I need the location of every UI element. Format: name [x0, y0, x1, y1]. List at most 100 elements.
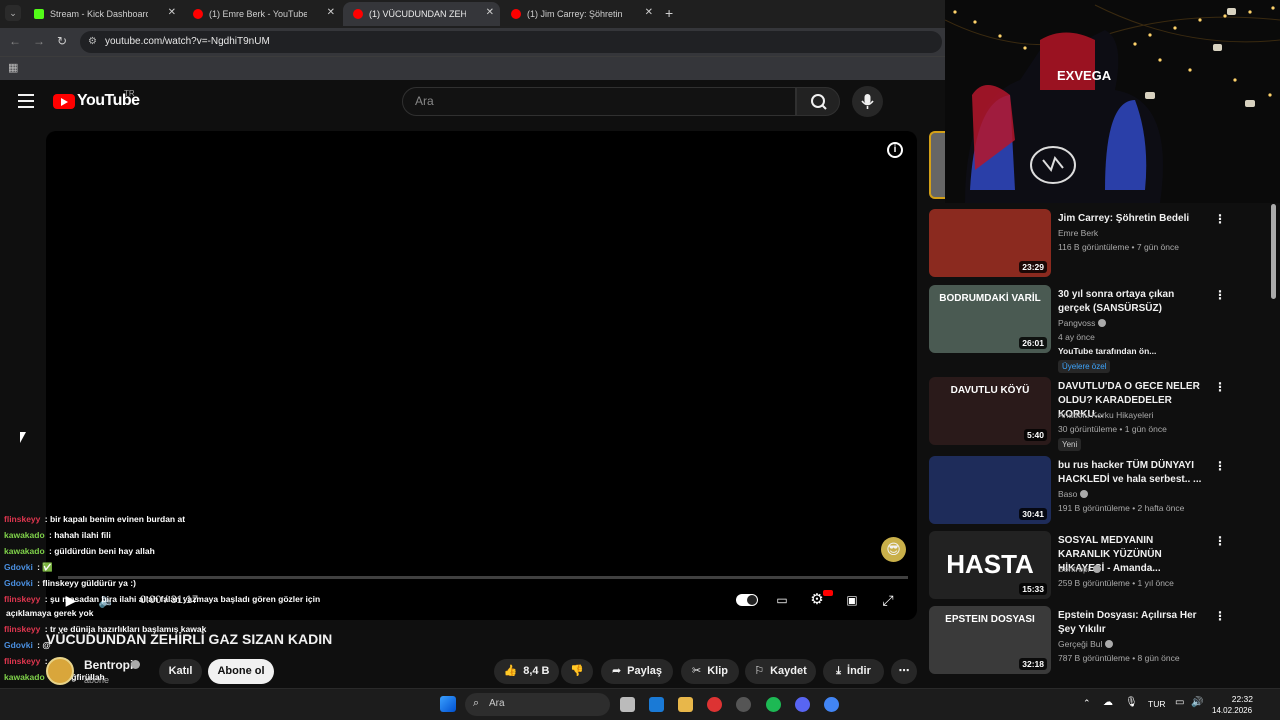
input-language[interactable]: TUR	[1148, 699, 1165, 709]
video-thumbnail[interactable]: 30:41	[929, 456, 1051, 524]
save-button[interactable]: ⚐ Kaydet	[745, 659, 816, 684]
more-actions-button[interactable]: ⋯	[891, 659, 917, 684]
chat-username: Gdovki	[4, 640, 33, 650]
join-button[interactable]: Katıl	[159, 659, 202, 684]
thumbnail-text: HASTA	[946, 549, 1034, 579]
recommendation-channel[interactable]: Gerçeği Bul	[1058, 639, 1114, 649]
more-options-icon[interactable]: ⋮	[1214, 288, 1226, 302]
network-icon[interactable]: ▭	[1175, 697, 1184, 708]
video-player[interactable]	[46, 131, 917, 620]
address-bar[interactable]: ⚙ youtube.com/watch?v=-NgdhiT9nUM	[80, 31, 942, 53]
discord-icon[interactable]	[795, 697, 810, 712]
more-dots-icon: ⋯	[898, 665, 910, 677]
file-explorer-icon[interactable]	[678, 697, 693, 712]
share-button[interactable]: ➦ Paylaş	[601, 659, 673, 684]
tab-title: (1) Emre Berk - YouTube	[209, 9, 307, 19]
search-icon: ⌕	[473, 697, 480, 709]
recommendation-channel[interactable]: Pangvoss	[1058, 318, 1107, 328]
chat-separator: :	[42, 594, 50, 604]
steam-icon[interactable]	[736, 697, 751, 712]
windows-start-icon[interactable]	[440, 696, 456, 712]
more-options-icon[interactable]: ⋮	[1214, 459, 1226, 473]
progress-bar[interactable]	[58, 576, 908, 579]
more-options-icon[interactable]: ⋮	[1214, 212, 1226, 226]
store-icon[interactable]	[649, 697, 664, 712]
channel-watermark-icon[interactable]: 😎	[881, 537, 906, 562]
speaker-icon[interactable]: 🔊	[1191, 697, 1203, 708]
tab-kick-dashboard[interactable]: Stream - Kick Dashboard ✕	[24, 2, 182, 26]
close-tab-icon[interactable]: ✕	[486, 7, 494, 18]
verified-check-icon	[1098, 319, 1107, 327]
chrome-icon[interactable]	[707, 697, 722, 712]
miniplayer-icon[interactable]: ▣	[843, 591, 861, 609]
youtube-logo-icon[interactable]	[53, 94, 75, 109]
recommendation-title[interactable]: 30 yıl sonra ortaya çıkan gerçek (SANSÜR…	[1058, 288, 1208, 316]
recommendation-title[interactable]: Jim Carrey: Şöhretin Bedeli	[1058, 212, 1208, 226]
close-tab-icon[interactable]: ✕	[168, 7, 176, 18]
recommendation-title[interactable]: bu rus hacker TÜM DÜNYAYI HACKLEDİ ve ha…	[1058, 459, 1208, 487]
video-thumbnail[interactable]: EPSTEIN DOSYASI 32:18	[929, 606, 1051, 674]
forward-arrow-icon[interactable]: →	[33, 34, 45, 48]
recommendation-meta: 787 B görüntüleme • 8 gün önce	[1058, 653, 1180, 663]
video-thumbnail[interactable]: DAVUTLU KÖYÜ 5:40	[929, 377, 1051, 445]
close-tab-icon[interactable]: ✕	[327, 7, 335, 18]
spotify-icon[interactable]	[766, 697, 781, 712]
tab-search-button[interactable]: ⌄	[5, 5, 21, 21]
site-info-icon[interactable]: ⚙	[88, 36, 97, 47]
voice-search-button[interactable]	[852, 86, 883, 117]
apps-grid-icon[interactable]: ▦	[8, 61, 18, 74]
recommendation-channel[interactable]: Bentropi	[1058, 564, 1101, 574]
fullscreen-icon[interactable]: ⤢	[879, 591, 897, 609]
menu-icon[interactable]	[18, 94, 34, 108]
video-thumbnail[interactable]: 23:29	[929, 209, 1051, 277]
clock-date[interactable]: 14.02.2026	[1212, 706, 1252, 715]
chat-username: kawakado	[4, 546, 45, 556]
autoplay-toggle[interactable]	[736, 594, 758, 606]
sidebar-scrollbar[interactable]	[1271, 204, 1276, 299]
search-icon	[811, 94, 827, 110]
onedrive-icon[interactable]: ☁	[1103, 697, 1113, 708]
recommendation-title[interactable]: Epstein Dosyası: Açılırsa Her Şey Yıkılı…	[1058, 609, 1208, 637]
like-button[interactable]: 👍 8,4 B	[494, 659, 559, 684]
new-tab-button[interactable]: +	[665, 5, 673, 21]
close-tab-icon[interactable]: ✕	[645, 7, 653, 18]
clip-button[interactable]: ✂ Klip	[681, 659, 739, 684]
tab-active-video[interactable]: (1) VÜCUDUNDAN ZEHİRLİ GA ✕	[343, 2, 500, 26]
subscribe-button[interactable]: Abone ol	[208, 659, 274, 684]
video-thumbnail[interactable]: BODRUMDAKİ VARİL 26:01	[929, 285, 1051, 353]
reload-icon[interactable]: ↻	[57, 34, 67, 48]
more-options-icon[interactable]: ⋮	[1214, 609, 1226, 623]
microphone-tray-icon[interactable]: 🎙	[1125, 697, 1138, 708]
task-view-icon[interactable]	[620, 697, 635, 712]
back-arrow-icon[interactable]: ←	[9, 34, 21, 48]
chat-message: Gdovki : flinskeyy güldürür ya :)	[4, 578, 136, 588]
dislike-button[interactable]: 👎	[561, 659, 593, 684]
recommendation-channel[interactable]: Baso	[1058, 489, 1089, 499]
info-icon[interactable]: i	[887, 142, 903, 158]
more-options-icon[interactable]: ⋮	[1214, 534, 1226, 548]
url-text[interactable]: youtube.com/watch?v=-NgdhiT9nUM	[105, 36, 270, 47]
recommendation-meta: 4 ay önce	[1058, 332, 1095, 342]
clock-time[interactable]: 22:32	[1230, 694, 1253, 704]
duration-badge: 15:33	[1019, 583, 1047, 595]
recommendation-channel[interactable]: Anadolu Korku Hikayeleri	[1058, 410, 1153, 420]
channel-name[interactable]: Bentropi	[84, 658, 133, 672]
recommendation-meta: 30 görüntüleme • 1 gün önce	[1058, 424, 1167, 434]
hd-badge-icon	[823, 590, 833, 596]
tray-chevron-icon[interactable]: ⌃	[1083, 698, 1091, 709]
more-options-icon[interactable]: ⋮	[1214, 380, 1226, 394]
chat-text: şu masadan bira ilahi allah falan yazmay…	[49, 594, 321, 604]
tab-jim-carrey[interactable]: (1) Jim Carrey: Şöhretin Bedeli ✕	[501, 2, 659, 26]
recommendation-thumbnail-partial[interactable]	[929, 131, 945, 199]
tab-emre-berk[interactable]: (1) Emre Berk - YouTube ✕	[183, 2, 341, 26]
thumbnail-text: BODRUMDAKİ VARİL	[939, 293, 1041, 304]
download-button[interactable]: ⤓ İndir	[823, 659, 884, 684]
search-input[interactable]	[415, 94, 785, 108]
recommendation-channel[interactable]: Emre Berk	[1058, 228, 1098, 238]
video-thumbnail[interactable]: HASTA 15:33	[929, 531, 1051, 599]
taskbar-search[interactable]: ⌕ Ara	[465, 693, 610, 716]
search-button[interactable]	[796, 87, 840, 116]
channel-avatar[interactable]	[46, 657, 74, 685]
subtitles-icon[interactable]: ▭	[773, 591, 791, 609]
chrome-active-icon[interactable]	[824, 697, 839, 712]
